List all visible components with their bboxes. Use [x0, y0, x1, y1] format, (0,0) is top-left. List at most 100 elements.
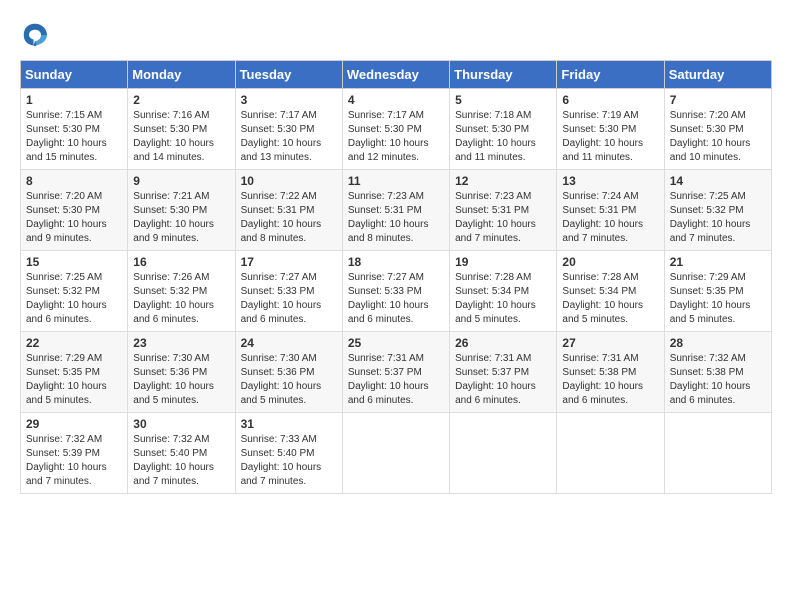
calendar-day-cell: 6 Sunrise: 7:19 AM Sunset: 5:30 PM Dayli… [557, 89, 664, 170]
day-number: 7 [670, 93, 766, 107]
day-info: Sunrise: 7:27 AM Sunset: 5:33 PM Dayligh… [241, 271, 337, 327]
calendar-day-cell: 26 Sunrise: 7:31 AM Sunset: 5:37 PM Dayl… [450, 332, 557, 413]
sunset-text: Sunset: 5:36 PM [241, 366, 337, 380]
daylight-text: Daylight: 10 hours and 14 minutes. [133, 137, 229, 165]
sunset-text: Sunset: 5:31 PM [562, 204, 658, 218]
sunrise-text: Sunrise: 7:20 AM [26, 190, 122, 204]
daylight-text: Daylight: 10 hours and 6 minutes. [241, 299, 337, 327]
calendar-day-cell: 23 Sunrise: 7:30 AM Sunset: 5:36 PM Dayl… [128, 332, 235, 413]
day-info: Sunrise: 7:23 AM Sunset: 5:31 PM Dayligh… [348, 190, 444, 246]
day-number: 24 [241, 336, 337, 350]
day-info: Sunrise: 7:29 AM Sunset: 5:35 PM Dayligh… [26, 352, 122, 408]
sunset-text: Sunset: 5:40 PM [133, 447, 229, 461]
calendar-week-row: 22 Sunrise: 7:29 AM Sunset: 5:35 PM Dayl… [21, 332, 772, 413]
sunrise-text: Sunrise: 7:18 AM [455, 109, 551, 123]
daylight-text: Daylight: 10 hours and 7 minutes. [562, 218, 658, 246]
sunset-text: Sunset: 5:31 PM [348, 204, 444, 218]
logo [20, 20, 52, 50]
sunset-text: Sunset: 5:30 PM [241, 123, 337, 137]
day-info: Sunrise: 7:32 AM Sunset: 5:40 PM Dayligh… [133, 433, 229, 489]
sunrise-text: Sunrise: 7:29 AM [670, 271, 766, 285]
calendar-day-header: Thursday [450, 61, 557, 89]
daylight-text: Daylight: 10 hours and 9 minutes. [26, 218, 122, 246]
calendar-day-cell: 30 Sunrise: 7:32 AM Sunset: 5:40 PM Dayl… [128, 413, 235, 494]
day-number: 29 [26, 417, 122, 431]
daylight-text: Daylight: 10 hours and 15 minutes. [26, 137, 122, 165]
day-info: Sunrise: 7:20 AM Sunset: 5:30 PM Dayligh… [670, 109, 766, 165]
sunrise-text: Sunrise: 7:32 AM [670, 352, 766, 366]
calendar-day-header: Wednesday [342, 61, 449, 89]
calendar-day-cell: 12 Sunrise: 7:23 AM Sunset: 5:31 PM Dayl… [450, 170, 557, 251]
day-info: Sunrise: 7:28 AM Sunset: 5:34 PM Dayligh… [455, 271, 551, 327]
sunset-text: Sunset: 5:30 PM [670, 123, 766, 137]
sunrise-text: Sunrise: 7:27 AM [241, 271, 337, 285]
sunset-text: Sunset: 5:30 PM [562, 123, 658, 137]
day-number: 22 [26, 336, 122, 350]
daylight-text: Daylight: 10 hours and 12 minutes. [348, 137, 444, 165]
calendar-day-header: Monday [128, 61, 235, 89]
calendar-day-header: Tuesday [235, 61, 342, 89]
day-info: Sunrise: 7:31 AM Sunset: 5:37 PM Dayligh… [455, 352, 551, 408]
sunrise-text: Sunrise: 7:25 AM [26, 271, 122, 285]
calendar-day-cell [342, 413, 449, 494]
day-number: 21 [670, 255, 766, 269]
day-info: Sunrise: 7:19 AM Sunset: 5:30 PM Dayligh… [562, 109, 658, 165]
daylight-text: Daylight: 10 hours and 6 minutes. [455, 380, 551, 408]
calendar-day-cell [450, 413, 557, 494]
calendar-day-header: Saturday [664, 61, 771, 89]
sunset-text: Sunset: 5:34 PM [562, 285, 658, 299]
sunset-text: Sunset: 5:30 PM [133, 204, 229, 218]
day-info: Sunrise: 7:20 AM Sunset: 5:30 PM Dayligh… [26, 190, 122, 246]
calendar-day-cell: 21 Sunrise: 7:29 AM Sunset: 5:35 PM Dayl… [664, 251, 771, 332]
daylight-text: Daylight: 10 hours and 9 minutes. [133, 218, 229, 246]
day-number: 14 [670, 174, 766, 188]
calendar-day-cell: 2 Sunrise: 7:16 AM Sunset: 5:30 PM Dayli… [128, 89, 235, 170]
sunrise-text: Sunrise: 7:31 AM [455, 352, 551, 366]
day-info: Sunrise: 7:23 AM Sunset: 5:31 PM Dayligh… [455, 190, 551, 246]
day-number: 15 [26, 255, 122, 269]
calendar-table: SundayMondayTuesdayWednesdayThursdayFrid… [20, 60, 772, 494]
day-number: 4 [348, 93, 444, 107]
calendar-day-cell [557, 413, 664, 494]
day-number: 11 [348, 174, 444, 188]
daylight-text: Daylight: 10 hours and 6 minutes. [348, 299, 444, 327]
sunrise-text: Sunrise: 7:23 AM [455, 190, 551, 204]
daylight-text: Daylight: 10 hours and 13 minutes. [241, 137, 337, 165]
day-info: Sunrise: 7:29 AM Sunset: 5:35 PM Dayligh… [670, 271, 766, 327]
calendar-week-row: 29 Sunrise: 7:32 AM Sunset: 5:39 PM Dayl… [21, 413, 772, 494]
sunrise-text: Sunrise: 7:17 AM [348, 109, 444, 123]
day-info: Sunrise: 7:26 AM Sunset: 5:32 PM Dayligh… [133, 271, 229, 327]
day-info: Sunrise: 7:30 AM Sunset: 5:36 PM Dayligh… [241, 352, 337, 408]
sunrise-text: Sunrise: 7:29 AM [26, 352, 122, 366]
sunrise-text: Sunrise: 7:23 AM [348, 190, 444, 204]
sunrise-text: Sunrise: 7:27 AM [348, 271, 444, 285]
sunrise-text: Sunrise: 7:21 AM [133, 190, 229, 204]
calendar-day-cell: 4 Sunrise: 7:17 AM Sunset: 5:30 PM Dayli… [342, 89, 449, 170]
daylight-text: Daylight: 10 hours and 5 minutes. [562, 299, 658, 327]
sunset-text: Sunset: 5:31 PM [455, 204, 551, 218]
calendar-day-cell: 18 Sunrise: 7:27 AM Sunset: 5:33 PM Dayl… [342, 251, 449, 332]
day-number: 27 [562, 336, 658, 350]
calendar-day-cell: 5 Sunrise: 7:18 AM Sunset: 5:30 PM Dayli… [450, 89, 557, 170]
daylight-text: Daylight: 10 hours and 10 minutes. [670, 137, 766, 165]
day-number: 17 [241, 255, 337, 269]
day-number: 12 [455, 174, 551, 188]
day-number: 6 [562, 93, 658, 107]
calendar-day-cell: 27 Sunrise: 7:31 AM Sunset: 5:38 PM Dayl… [557, 332, 664, 413]
sunrise-text: Sunrise: 7:24 AM [562, 190, 658, 204]
day-number: 25 [348, 336, 444, 350]
sunrise-text: Sunrise: 7:25 AM [670, 190, 766, 204]
daylight-text: Daylight: 10 hours and 11 minutes. [455, 137, 551, 165]
day-number: 8 [26, 174, 122, 188]
day-number: 2 [133, 93, 229, 107]
sunrise-text: Sunrise: 7:17 AM [241, 109, 337, 123]
sunset-text: Sunset: 5:37 PM [348, 366, 444, 380]
sunrise-text: Sunrise: 7:20 AM [670, 109, 766, 123]
sunset-text: Sunset: 5:38 PM [670, 366, 766, 380]
sunset-text: Sunset: 5:39 PM [26, 447, 122, 461]
day-info: Sunrise: 7:31 AM Sunset: 5:37 PM Dayligh… [348, 352, 444, 408]
sunset-text: Sunset: 5:33 PM [241, 285, 337, 299]
day-number: 18 [348, 255, 444, 269]
calendar-day-cell: 16 Sunrise: 7:26 AM Sunset: 5:32 PM Dayl… [128, 251, 235, 332]
logo-icon [20, 20, 50, 50]
